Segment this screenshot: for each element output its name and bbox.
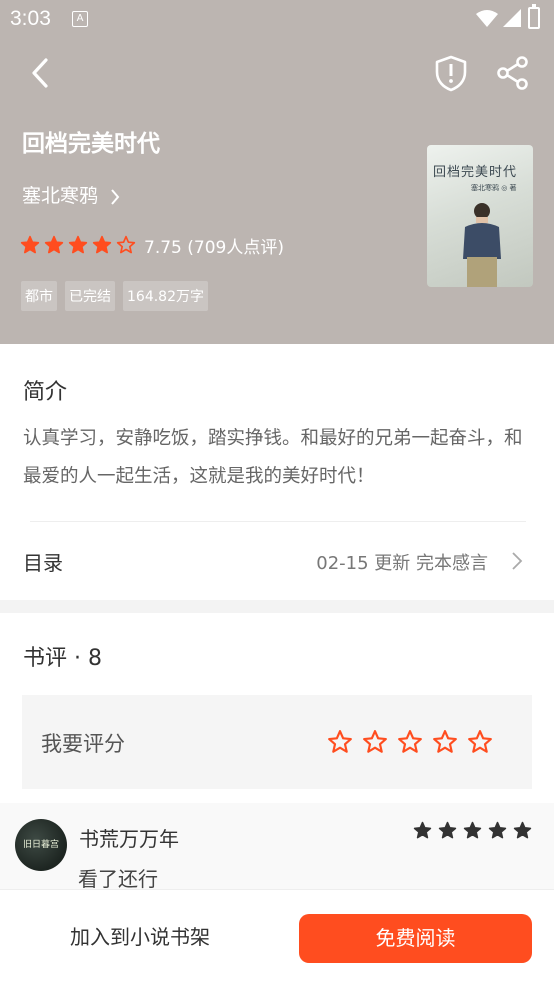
star-empty-icon[interactable] [397,729,423,755]
avatar: 旧日暮宫 [15,819,67,871]
read-free-button[interactable]: 免费阅读 [299,914,532,963]
reviews-heading: 书评 · 8 [23,646,102,671]
signal-icon [503,9,521,27]
author-link[interactable]: 塞北寒鸦 [22,181,120,208]
star-empty-icon[interactable] [362,729,388,755]
review-stars [413,821,538,840]
star-empty-icon [116,235,136,254]
tag-status: 已完结 [65,281,115,311]
toc-label: 目录 [23,551,63,575]
review-text: 看了还行 [78,867,158,891]
notification-icon: A [72,11,88,27]
tag-genre: 都市 [21,281,57,311]
cover-author-text: 塞北寒鸦 ◎ 著 [471,184,517,192]
book-header: 3:03 A 回档完美时代 塞北寒鸦 7.75 (709人点评) 都市 已完结 … [0,0,554,344]
cover-title-text: 回档完美时代 [433,165,518,180]
rate-stars[interactable] [327,729,502,755]
back-icon[interactable] [26,56,56,90]
rating-text: 7.75 (709人点评) [144,237,284,258]
star-empty-icon[interactable] [467,729,493,755]
star-filled-icon [413,821,432,839]
status-time: 3:03 [10,7,51,30]
star-filled-icon [44,235,64,254]
chevron-right-icon [111,188,120,205]
share-icon[interactable] [494,54,532,92]
intro-body: 认真学习，安静吃饭，踏实挣钱。和最好的兄弟一起奋斗，和最爱的人一起生活，这就是我… [23,428,523,487]
intro-heading: 简介 [23,380,68,405]
avatar-text: 旧日暮宫 [23,840,60,850]
status-bar: 3:03 A [0,0,554,38]
author-name: 塞北寒鸦 [22,185,99,207]
tag-wordcount: 164.82万字 [123,281,208,311]
toc-row[interactable]: 目录 02-15 更新 完本感言 [0,522,554,600]
star-filled-icon [488,821,507,839]
rate-prompt: 我要评分 [41,732,125,756]
cover-figure-illustration [463,203,501,287]
star-filled-icon [68,235,88,254]
shield-icon[interactable] [432,54,470,92]
book-tags: 都市 已完结 164.82万字 [21,281,216,311]
rating-stars [20,235,140,255]
review-username: 书荒万万年 [79,827,179,851]
section-divider [0,600,554,613]
star-filled-icon [92,235,112,254]
review-item[interactable]: 旧日暮宫 书荒万万年 看了还行 [0,803,554,891]
star-filled-icon [438,821,457,839]
star-filled-icon [463,821,482,839]
star-empty-icon[interactable] [327,729,353,755]
rate-book-box[interactable]: 我要评分 [22,695,532,789]
star-filled-icon [513,821,532,839]
book-rating: 7.75 (709人点评) [20,232,284,258]
star-empty-icon[interactable] [432,729,458,755]
book-title: 回档完美时代 [22,131,160,157]
battery-icon [528,4,540,29]
star-filled-icon [20,235,40,254]
book-cover: 回档完美时代 塞北寒鸦 ◎ 著 [427,145,533,287]
toc-latest-update: 02-15 更新 完本感言 [316,553,488,574]
add-to-shelf-button[interactable]: 加入到小说书架 [20,912,260,962]
chevron-right-icon [512,552,523,570]
wifi-icon [476,10,498,27]
bottom-action-bar: 加入到小说书架 免费阅读 [0,889,554,986]
